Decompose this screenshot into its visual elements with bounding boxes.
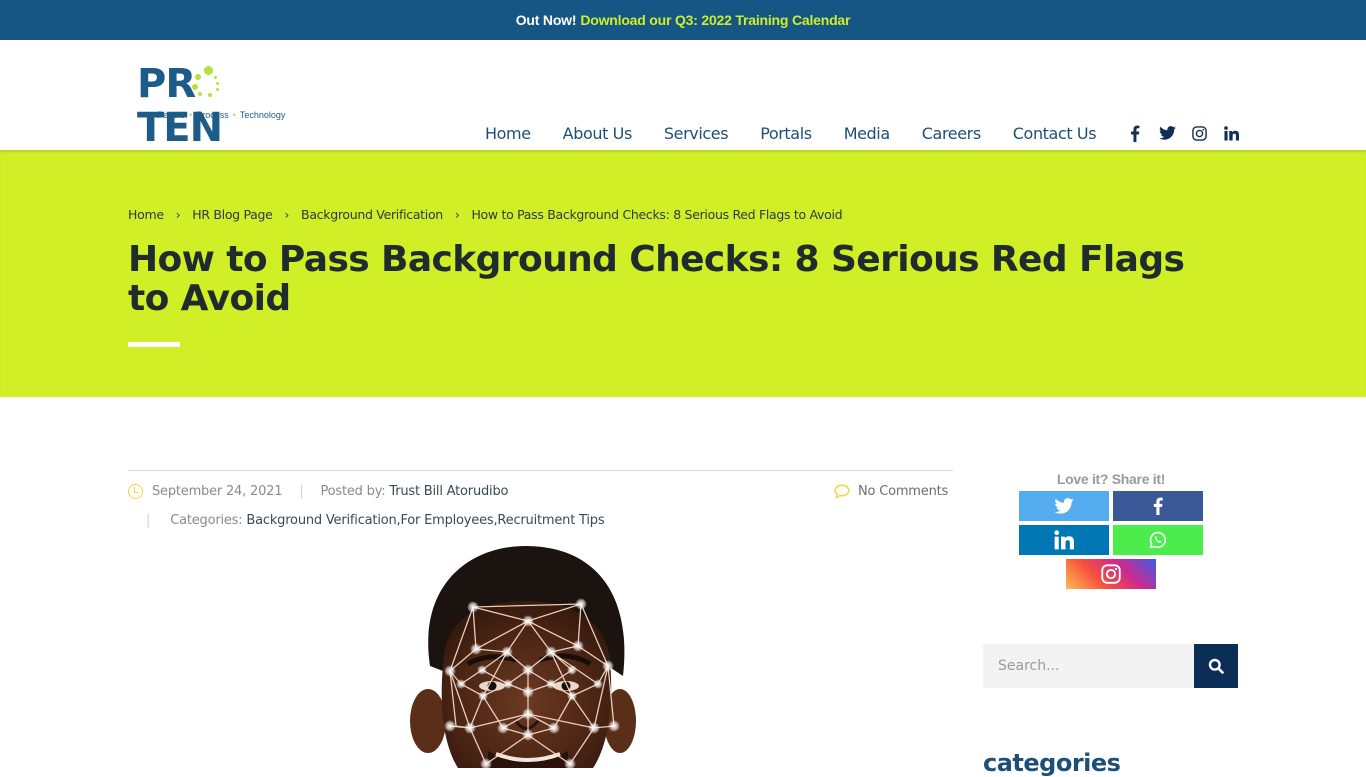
announcement-bar: Out Now! Download our Q3: 2022 Training …	[0, 0, 1366, 40]
breadcrumb-background-verification[interactable]: Background Verification	[301, 207, 443, 222]
title-underline	[128, 342, 180, 347]
categories-label: Categories:	[170, 513, 243, 528]
site-header: PRTEN People • Process • Technology Home Abo…	[0, 40, 1366, 150]
breadcrumb-current: How to Pass Background Checks: 8 Serious…	[471, 207, 843, 222]
facebook-icon[interactable]	[1126, 122, 1144, 144]
proten-logo[interactable]: PRTEN People • Process • Technology	[137, 62, 307, 150]
chevron-right-icon: ›	[454, 207, 460, 222]
nav-about-us[interactable]: About Us	[563, 124, 633, 144]
instagram-icon	[1101, 564, 1121, 584]
search-icon	[1208, 658, 1224, 674]
comment-bubble-icon	[834, 484, 850, 499]
twitter-icon[interactable]	[1158, 122, 1176, 144]
linkedin-icon[interactable]	[1222, 122, 1240, 144]
facebook-icon	[1153, 497, 1163, 515]
page-hero: Home › HR Blog Page › Background Verific…	[0, 150, 1366, 397]
twitter-icon	[1054, 498, 1074, 514]
nav-services[interactable]: Services	[664, 124, 729, 144]
logo-dots-icon	[192, 66, 222, 102]
category-link[interactable]: Recruitment Tips	[497, 513, 604, 528]
author-link[interactable]: Trust Bill Atorudibo	[389, 484, 508, 499]
meta-divider	[128, 470, 953, 471]
categories-heading: categories	[983, 749, 1121, 777]
face-recognition-illustration	[410, 546, 636, 768]
breadcrumb: Home › HR Blog Page › Background Verific…	[128, 207, 843, 222]
share-widget: Love it? Share it!	[1019, 471, 1203, 593]
post-date: September 24, 2021	[152, 484, 283, 499]
posted-by-label: Posted by:	[320, 484, 386, 499]
instagram-icon[interactable]	[1190, 122, 1208, 144]
training-calendar-link[interactable]: Download our Q3: 2022 Training Calendar	[580, 12, 850, 28]
whatsapp-icon	[1149, 531, 1166, 549]
share-twitter-button[interactable]	[1019, 491, 1109, 521]
comments-link[interactable]: No Comments	[834, 484, 948, 499]
sidebar-search	[983, 644, 1238, 688]
logo-tagline: People • Process • Technology	[157, 110, 286, 120]
share-whatsapp-button[interactable]	[1113, 525, 1203, 555]
chevron-right-icon: ›	[175, 207, 181, 222]
search-input[interactable]	[983, 644, 1194, 688]
comments-count: No Comments	[858, 484, 949, 499]
linkedin-icon	[1054, 530, 1074, 550]
main-content: September 24, 2021 | Posted by: Trust Bi…	[0, 397, 1366, 777]
nav-contact-us[interactable]: Contact Us	[1013, 124, 1097, 144]
category-link[interactable]: Background Verification	[246, 513, 396, 528]
share-linkedin-button[interactable]	[1019, 525, 1109, 555]
post-categories: | Categories: Background Verification, F…	[146, 513, 605, 528]
clock-icon	[128, 484, 143, 499]
logo-wordmark: PRTEN	[137, 61, 223, 151]
share-facebook-button[interactable]	[1113, 491, 1203, 521]
breadcrumb-hr-blog[interactable]: HR Blog Page	[192, 207, 273, 222]
meta-separator: |	[146, 513, 151, 528]
breadcrumb-home[interactable]: Home	[128, 207, 164, 222]
nav-media[interactable]: Media	[844, 124, 890, 144]
page-title: How to Pass Background Checks: 8 Serious…	[128, 239, 1185, 319]
meta-separator: |	[299, 484, 304, 499]
main-nav: Home About Us Services Portals Media Car…	[485, 124, 1128, 144]
nav-portals[interactable]: Portals	[760, 124, 812, 144]
featured-image	[408, 546, 638, 768]
share-instagram-button[interactable]	[1066, 559, 1156, 589]
share-label: Love it? Share it!	[1056, 471, 1166, 487]
nav-home[interactable]: Home	[485, 124, 531, 144]
announcement-lead: Out Now!	[515, 12, 577, 28]
search-button[interactable]	[1194, 644, 1238, 688]
nav-careers[interactable]: Careers	[922, 124, 981, 144]
category-link[interactable]: For Employees	[400, 513, 493, 528]
post-meta: September 24, 2021 | Posted by: Trust Bi…	[128, 484, 508, 499]
header-social-links	[1126, 122, 1254, 144]
chevron-right-icon: ›	[284, 207, 290, 222]
